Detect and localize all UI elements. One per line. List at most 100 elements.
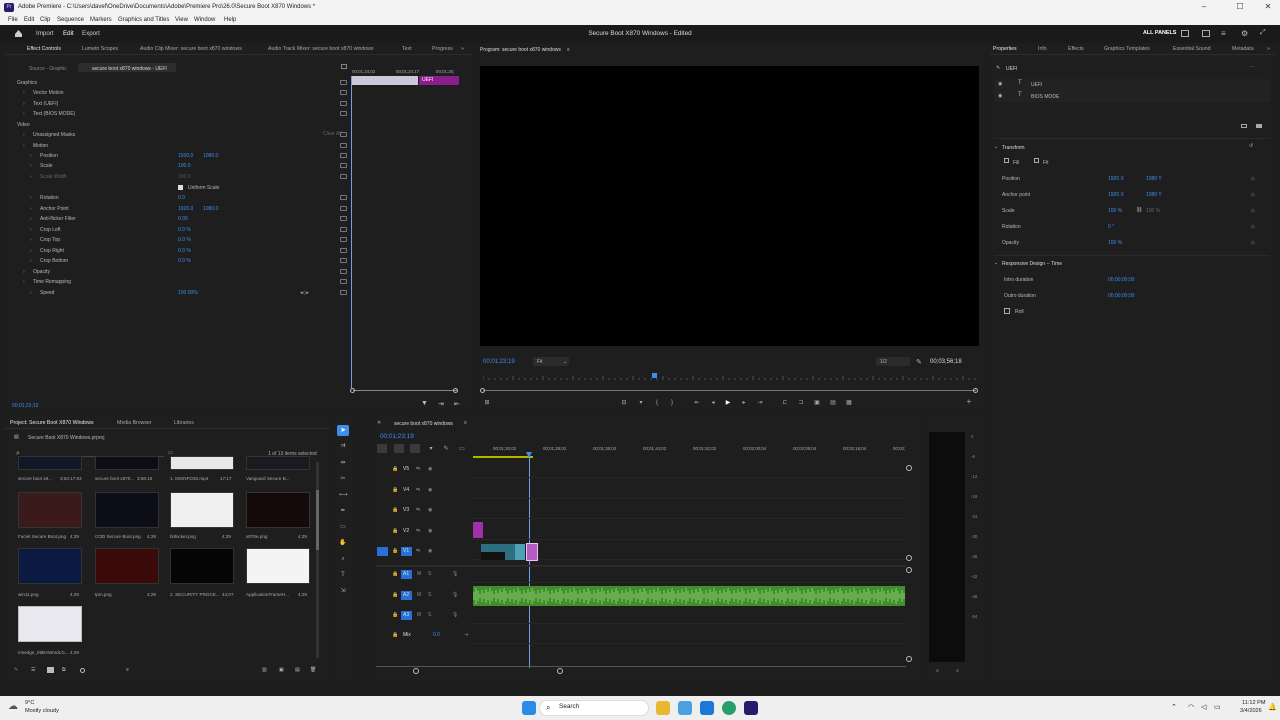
lock-icon[interactable]: 🔒 (392, 487, 398, 493)
ec-zoom-bar[interactable] (353, 390, 457, 391)
home-icon[interactable] (14, 29, 23, 38)
folder-icon[interactable] (1241, 124, 1247, 128)
effect-value[interactable]: 0.0 % (178, 227, 191, 233)
solo-button[interactable]: S (428, 592, 431, 598)
source-label[interactable]: Source - Graphic (29, 66, 67, 72)
project-item-name[interactable]: msedge_rl8BAWmdLG... (18, 650, 69, 655)
effect-row-label[interactable]: Scale (40, 163, 53, 169)
chevron-right-icon[interactable]: › (23, 143, 25, 149)
eye-icon[interactable]: ◉ (428, 548, 432, 554)
vscroll-audio-bottom[interactable] (906, 656, 912, 662)
link-icon[interactable]: ⛓ (1136, 207, 1142, 213)
fill-label[interactable]: Fill (1013, 160, 1019, 166)
eye-icon[interactable]: ◉ (998, 93, 1002, 99)
edge-icon[interactable] (722, 701, 736, 715)
transform-value[interactable]: 0 ° (1108, 224, 1114, 230)
chevron-right-icon[interactable]: › (30, 163, 32, 169)
go-to-out-icon[interactable]: ⇥ (756, 399, 764, 407)
lock-icon[interactable]: 🔒 (392, 612, 398, 618)
chevron-down-icon[interactable]: ⌄ (994, 144, 998, 150)
menu-icon[interactable]: ≡ (1221, 29, 1226, 38)
chevron-right-icon[interactable]: › (30, 227, 32, 233)
properties-more-icon[interactable]: » (1267, 46, 1270, 52)
wifi-icon[interactable]: ◠ (1188, 703, 1194, 711)
close-sequence-icon[interactable]: ✕ (377, 420, 381, 426)
project-item-thumbnail[interactable] (246, 492, 310, 528)
sync-lock-icon[interactable]: ⇆ (416, 487, 420, 493)
effect-row-label[interactable]: Speed (40, 290, 54, 296)
lock-icon[interactable]: 🔒 (392, 507, 398, 513)
zoom-icon[interactable]: ⌕ (339, 555, 347, 563)
transform-value-2[interactable]: 1080 Y (1146, 176, 1162, 182)
lock-icon[interactable]: 🔒 (392, 571, 398, 577)
project-item-name[interactable]: bitlocker.png (170, 534, 196, 539)
tab-audio-track-mixer[interactable]: Audio Track Mixer: secure boot x870 wind… (268, 46, 374, 52)
project-item-thumbnail[interactable] (246, 456, 310, 470)
mute-button[interactable]: M (417, 612, 421, 618)
new-layer-icon[interactable] (1256, 124, 1262, 128)
vscroll-top[interactable] (906, 465, 912, 471)
tab-graphics-templates[interactable]: Graphics Templates (1104, 46, 1150, 52)
responsive-value[interactable]: 00;00;00;00 (1108, 293, 1134, 299)
vscode-icon[interactable] (700, 701, 714, 715)
play-icon[interactable]: ▶ (724, 399, 732, 407)
sync-lock-icon[interactable]: ⇆ (416, 507, 420, 513)
menu-markers[interactable]: Markers (90, 17, 112, 23)
snap-icon[interactable] (377, 444, 387, 453)
sync-lock-icon[interactable]: ⇆ (416, 466, 420, 472)
pencil-icon[interactable]: ✎ (14, 667, 18, 673)
effect-row-label[interactable]: Vector Motion (33, 90, 64, 96)
weather-icon[interactable]: ☁ (8, 701, 18, 712)
lock-icon[interactable]: 🔒 (392, 528, 398, 534)
chevron-right-icon[interactable]: › (30, 206, 32, 212)
timeline-zoom-left[interactable] (413, 668, 419, 674)
program-video-frame[interactable] (480, 66, 979, 346)
clock-time[interactable]: 11:12 PM (1242, 700, 1266, 706)
share-icon[interactable] (1202, 30, 1210, 37)
effect-value[interactable]: 0.0 % (178, 248, 191, 254)
project-item-name[interactable]: tpm.png (95, 592, 112, 597)
ec-zoom-handle-left[interactable] (350, 388, 355, 393)
effect-value[interactable]: 0.0 % (178, 258, 191, 264)
v2-clip[interactable] (473, 522, 483, 538)
properties-menu-icon[interactable]: ⋯ (1250, 64, 1255, 70)
eye-icon[interactable]: ◉ (428, 528, 432, 534)
chevron-right-icon[interactable]: › (23, 111, 25, 117)
chevron-right-icon[interactable]: › (30, 174, 32, 180)
uniform-scale-checkbox[interactable] (178, 185, 183, 190)
mic-icon[interactable]: 🎙 (452, 612, 458, 618)
reset-icon[interactable] (340, 279, 347, 284)
insert-sequence-icon[interactable] (410, 444, 420, 453)
reset-icon[interactable] (340, 216, 347, 221)
project-item-name[interactable]: ApplicationFrameH... (246, 592, 289, 597)
slip-icon[interactable]: ⟷ (339, 491, 348, 499)
timeline-zoom-right[interactable] (557, 668, 563, 674)
tab-libraries[interactable]: Libraries (174, 420, 194, 426)
chevron-down-icon[interactable]: ⌄ (994, 260, 998, 266)
menu-sequence[interactable]: Sequence (57, 17, 84, 23)
keyframe-nav-icon[interactable]: ◂◇▸ (300, 290, 309, 296)
reset-icon[interactable] (340, 237, 347, 242)
chevron-right-icon[interactable]: › (30, 237, 32, 243)
ripple-edit-icon[interactable]: ⇹ (339, 459, 347, 467)
project-item-thumbnail[interactable] (170, 548, 234, 584)
responsive-value[interactable]: 00;00;00;00 (1108, 277, 1134, 283)
project-item-name[interactable]: secure boot x870... (95, 476, 134, 481)
type-tool-icon[interactable]: T (339, 571, 347, 579)
eye-icon[interactable]: ◉ (428, 487, 432, 493)
tab-export[interactable]: Export (82, 30, 100, 37)
keyframe-icon[interactable]: ◇ (1251, 240, 1255, 246)
effect-row-label[interactable]: Crop Top (40, 237, 60, 243)
mic-icon[interactable]: 🎙 (452, 592, 458, 598)
timeline-zoom-bar[interactable] (376, 666, 906, 667)
reset-icon[interactable] (340, 163, 347, 168)
notification-icon[interactable]: 🔔 (1268, 703, 1277, 711)
step-back-icon[interactable]: ◂ (709, 399, 717, 407)
transform-value[interactable]: 100 % (1108, 240, 1122, 246)
keyframe-icon[interactable]: ◇ (1251, 224, 1255, 230)
pen-icon[interactable]: ✒ (339, 507, 347, 515)
vscroll-mid[interactable] (906, 555, 912, 561)
safe-margins-icon[interactable]: ▦ (845, 399, 853, 407)
project-item-thumbnail[interactable] (95, 492, 159, 528)
close-icon[interactable]: ✕ (1258, 2, 1278, 13)
